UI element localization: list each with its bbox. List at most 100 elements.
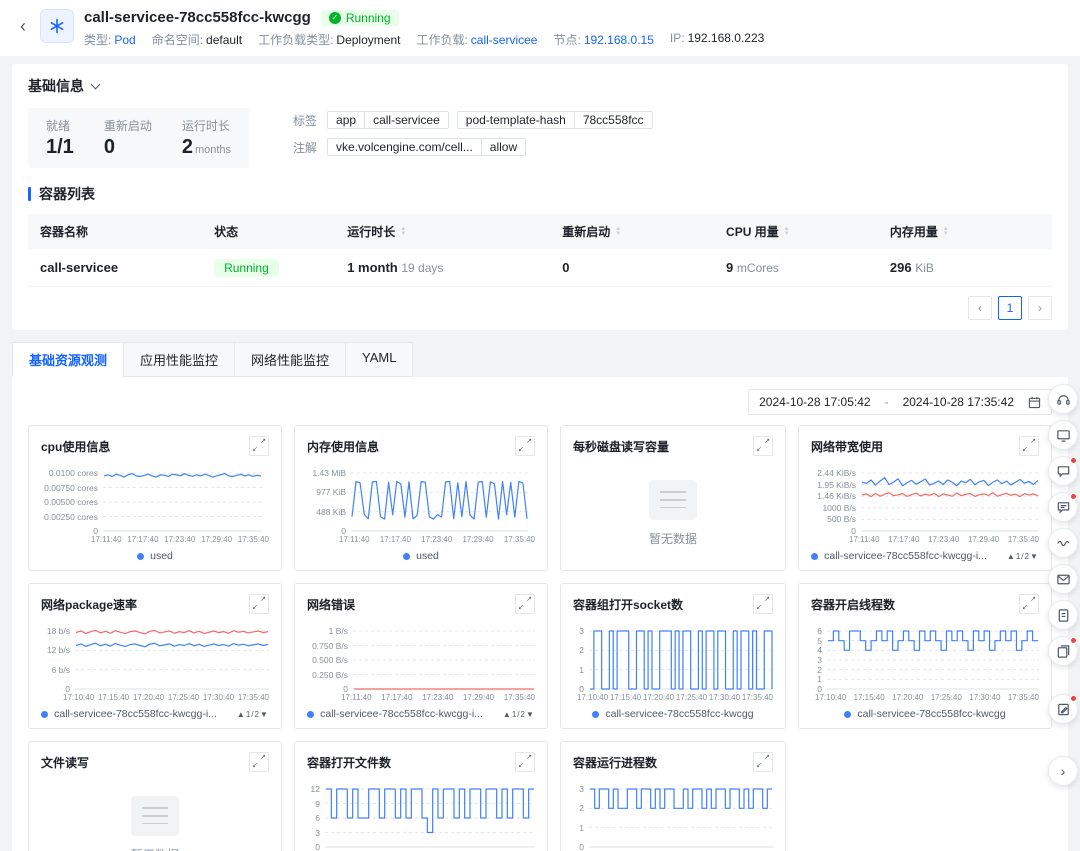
expand-chart-button[interactable]: ↗↙	[753, 594, 773, 614]
support-button[interactable]	[1048, 384, 1078, 414]
stat-label: 运行时长	[182, 117, 231, 134]
document-icon	[1056, 608, 1071, 623]
basic-info-toggle[interactable]: 基础信息	[28, 76, 99, 96]
container-name: call-servicee	[28, 249, 202, 287]
cpu-unit: mCores	[737, 261, 779, 275]
next-page-button[interactable]: ›	[1028, 296, 1052, 320]
notification-dot	[1070, 637, 1077, 644]
chart-legend[interactable]: call-servicee-78cc558fcc-kwcgg	[811, 708, 1039, 720]
chart-legend[interactable]: used	[307, 550, 535, 562]
container-table: 容器名称 状态 运行时长▲▼ 重新启动▲▼ CPU 用量▲▼ 内存用量▲▼ ca…	[28, 214, 1052, 287]
wave-icon	[1056, 536, 1071, 551]
documents-icon	[1056, 644, 1071, 659]
chart-canvas: 654321017:10:4017:15:4017:20:4017:25:401…	[811, 622, 1039, 720]
expand-chart-button[interactable]: ↗↙	[1019, 436, 1039, 456]
chart-title: 文件读写	[41, 754, 89, 771]
expand-chart-button[interactable]: ↗↙	[515, 436, 535, 456]
page-header: ‹ call-servicee-78cc558fcc-kwcgg ✓ Runni…	[0, 0, 1080, 56]
meta-namespace-label: 命名空间:	[152, 33, 203, 47]
chart-title: 容器开启线程数	[811, 596, 895, 613]
chart-title: cpu使用信息	[41, 438, 110, 455]
expand-chart-button[interactable]: ↗↙	[515, 752, 535, 772]
legend-pager[interactable]: ▲1/2▼	[503, 710, 535, 719]
tickets-button[interactable]	[1048, 636, 1078, 666]
prev-page-button[interactable]: ‹	[968, 296, 992, 320]
expand-chart-button[interactable]: ↗↙	[249, 436, 269, 456]
notification-dot	[1070, 695, 1077, 702]
stat-value: 0	[104, 136, 152, 159]
col-memory: 内存用量	[890, 223, 938, 240]
monitor-tabs: 基础资源观测 应用性能监控 网络性能监控 YAML	[12, 342, 1068, 377]
console-button[interactable]	[1048, 420, 1078, 450]
monitor-panel: 2024-10-28 17:05:42 - 2024-10-28 17:35:4…	[12, 377, 1068, 851]
ip-value: 192.168.0.223	[688, 31, 765, 45]
chart-title: 内存使用信息	[307, 438, 379, 455]
chart-card-network-bandwidth: 网络带宽使用 ↗↙ 2.44 KiB/s1.95 KiB/s1.46 KiB/s…	[798, 425, 1052, 571]
chart-title: 网络带宽使用	[811, 438, 883, 455]
tab-network-performance-monitor[interactable]: 网络性能监控	[234, 342, 346, 377]
chart-canvas: 12963017:10:4017:15:4017:20:4017:25:4017…	[307, 780, 535, 851]
charts-grid: cpu使用信息 ↗↙ 0.0100 cores0.00750 cores0.00…	[28, 425, 1052, 851]
expand-chart-button[interactable]: ↗↙	[515, 594, 535, 614]
health-button[interactable]	[1048, 528, 1078, 558]
expand-chart-button[interactable]: ↗↙	[753, 752, 773, 772]
node-link[interactable]: 192.168.0.15	[584, 33, 654, 47]
chart-canvas: 1 B/s0.750 B/s0.500 B/s0.250 B/s017:11:4…	[307, 622, 535, 720]
label-value: call-servicee	[365, 112, 448, 128]
label-key: app	[328, 112, 365, 128]
table-row[interactable]: call-servicee Running 1 month 19 days 0 …	[28, 249, 1052, 287]
chart-canvas: 321017:10:4017:15:4017:20:4017:25:4017:3…	[573, 622, 773, 720]
legend-pager[interactable]: ▲1/2▼	[1007, 552, 1039, 561]
chart-legend[interactable]: used	[41, 550, 269, 562]
chart-legend[interactable]: call-servicee-78cc558fcc-kwcgg-i...▲1/2▼	[41, 708, 269, 720]
expand-chart-button[interactable]: ↗↙	[249, 752, 269, 772]
survey-button[interactable]	[1048, 492, 1078, 522]
no-data-text: 暂无数据	[649, 530, 697, 547]
runtime-detail: 19 days	[401, 261, 443, 275]
chart-canvas: 暂无数据	[573, 464, 773, 562]
feedback-button[interactable]	[1048, 456, 1078, 486]
chart-legend[interactable]: call-servicee-78cc558fcc-kwcgg-i...▲1/2▼	[811, 550, 1039, 562]
date-range-picker[interactable]: 2024-10-28 17:05:42 - 2024-10-28 17:35:4…	[748, 389, 1052, 415]
page-1-button[interactable]: 1	[998, 296, 1022, 320]
sort-icon[interactable]: ▲▼	[615, 227, 621, 237]
no-data-icon	[131, 796, 179, 836]
chart-card-thread-count: 容器开启线程数 ↗↙ 654321017:10:4017:15:4017:20:…	[798, 583, 1052, 729]
tab-basic-resource-monitor[interactable]: 基础资源观测	[12, 342, 124, 377]
chart-legend[interactable]: call-servicee-78cc558fcc-kwcgg-i...▲1/2▼	[307, 708, 535, 720]
monitor-icon	[1056, 428, 1071, 443]
expand-chart-button[interactable]: ↗↙	[753, 436, 773, 456]
tab-yaml[interactable]: YAML	[345, 342, 413, 377]
headset-icon	[1056, 392, 1071, 407]
runtime-value: 1 month	[347, 260, 398, 275]
col-cpu: CPU 用量	[726, 223, 779, 240]
docs-button[interactable]	[1048, 600, 1078, 630]
meta-ip-label: IP:	[670, 31, 685, 45]
expand-chart-button[interactable]: ↗↙	[1019, 594, 1039, 614]
stat-unit: months	[195, 144, 231, 156]
chart-card-memory-usage: 内存使用信息 ↗↙ 1.43 MiB977 KiB488 KiB017:11:4…	[294, 425, 548, 571]
sort-icon[interactable]: ▲▼	[400, 227, 406, 237]
chat-icon	[1056, 464, 1071, 479]
chart-title: 网络错误	[307, 596, 355, 613]
sort-icon[interactable]: ▲▼	[784, 227, 790, 237]
sort-icon[interactable]: ▲▼	[943, 227, 949, 237]
workload-link[interactable]: call-servicee	[471, 33, 538, 47]
legend-pager[interactable]: ▲1/2▼	[237, 710, 269, 719]
chart-canvas: 2.44 KiB/s1.95 KiB/s1.46 KiB/s1000 B/s50…	[811, 464, 1039, 562]
chart-legend[interactable]: call-servicee-78cc558fcc-kwcgg	[573, 708, 773, 720]
chart-card-network-errors: 网络错误 ↗↙ 1 B/s0.750 B/s0.500 B/s0.250 B/s…	[294, 583, 548, 729]
expand-chart-button[interactable]: ↗↙	[249, 594, 269, 614]
label-chip: pod-template-hash78cc558fcc	[457, 111, 653, 129]
collapse-toolbar-button[interactable]: ›	[1048, 756, 1078, 786]
tab-app-performance-monitor[interactable]: 应用性能监控	[123, 342, 235, 377]
memory-usage: 296	[890, 260, 912, 275]
write-feedback-button[interactable]	[1048, 694, 1078, 724]
stat-uptime: 运行时长 2months	[182, 117, 231, 159]
annotation-chip: vke.volcengine.com/cell...allow	[327, 138, 526, 156]
message-icon	[1056, 572, 1071, 587]
pod-type-link[interactable]: Pod	[114, 33, 135, 47]
message-button[interactable]	[1048, 564, 1078, 594]
back-button[interactable]: ‹	[16, 9, 30, 43]
page-title: call-servicee-78cc558fcc-kwcgg	[84, 9, 311, 26]
